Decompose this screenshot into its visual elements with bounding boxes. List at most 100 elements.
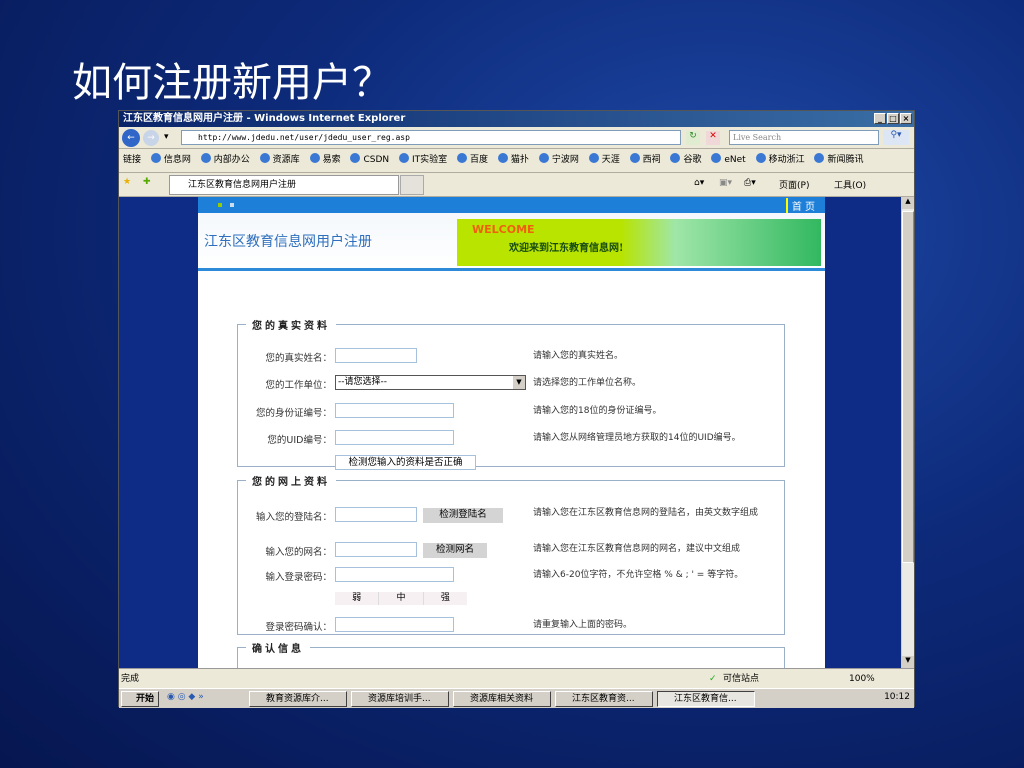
password-strength-meter: 弱 中 强 xyxy=(335,592,467,605)
uid-input[interactable] xyxy=(335,430,454,445)
address-input[interactable]: http://www.jdedu.net/user/jdedu_user_reg… xyxy=(181,130,681,145)
scroll-up-icon: ▲ xyxy=(902,197,914,209)
add-favorite-icon[interactable]: ✚ xyxy=(143,177,151,187)
link-item[interactable]: 资源库 xyxy=(259,149,300,171)
id-number-input[interactable] xyxy=(335,403,454,418)
password-input[interactable] xyxy=(335,567,454,582)
link-item[interactable]: 信息网 xyxy=(150,149,191,171)
taskbar-item-active[interactable]: 江东区教育信... xyxy=(657,691,755,707)
check-info-button[interactable]: 检测您输入的资料是否正确 xyxy=(335,455,476,470)
window-title: 江东区教育信息网用户注册 - Windows Internet Explorer xyxy=(123,113,406,124)
close-button[interactable]: × xyxy=(900,113,912,124)
ie-icon xyxy=(200,153,211,163)
content-area: 首 页 江东区教育信息网用户注册 WELCOME 欢迎来到江东教育信息网! 您的… xyxy=(119,197,914,668)
ie-icon xyxy=(670,153,681,163)
taskbar-item[interactable]: 教育资源库介... xyxy=(249,691,347,707)
quicklaunch-icons[interactable]: ◉ ◎ ◆ » xyxy=(167,692,204,702)
page-menu[interactable]: 页面(P) xyxy=(779,178,809,191)
top-nav-strip: 首 页 xyxy=(198,197,825,213)
new-tab-button[interactable] xyxy=(400,175,424,195)
search-icon[interactable]: ⚲▾ xyxy=(883,130,909,145)
link-item[interactable]: 新闻腾讯 xyxy=(814,149,864,171)
link-item[interactable]: 宁波网 xyxy=(538,149,579,171)
check-login-name-button[interactable]: 检测登陆名 xyxy=(423,508,503,523)
scroll-down-icon: ▼ xyxy=(902,656,914,668)
ie-icon xyxy=(755,153,766,163)
check-nickname-button[interactable]: 检测网名 xyxy=(423,543,487,558)
title-bar: 江东区教育信息网用户注册 - Windows Internet Explorer… xyxy=(119,111,914,127)
link-item[interactable]: 谷歌 xyxy=(670,149,702,171)
link-item[interactable]: eNet xyxy=(711,149,746,171)
confirm-password-input[interactable] xyxy=(335,617,454,632)
taskbar-item[interactable]: 江东区教育资... xyxy=(555,691,653,707)
chevron-down-icon: ▼ xyxy=(513,376,525,389)
ie-icon xyxy=(538,153,549,163)
confirm-password-label: 登录密码确认： xyxy=(265,622,332,633)
link-item[interactable]: CSDN xyxy=(350,149,389,171)
slide-title: 如何注册新用户？ xyxy=(72,60,392,106)
home-icon[interactable]: ⌂▾ xyxy=(694,178,704,188)
id-number-label: 您的身份证编号： xyxy=(255,408,332,419)
work-unit-select[interactable]: --请您选择-- ▼ xyxy=(335,375,526,390)
favorites-star-icon[interactable]: ★ xyxy=(123,177,131,187)
home-link[interactable]: 首 页 xyxy=(785,198,815,213)
confirm-section: 确认信息 xyxy=(237,640,785,668)
links-bar: 链接 信息网 内部办公 资源库 易索 CSDN IT实验室 百度 猫扑 宁波网 … xyxy=(119,149,914,173)
welcome-banner: WELCOME 欢迎来到江东教育信息网! xyxy=(457,219,821,266)
print-icon[interactable]: ⎙▾ xyxy=(744,178,756,188)
link-item[interactable]: 易索 xyxy=(309,149,341,171)
real-info-section: 您的真实资料 您的真实姓名： 请输入您的真实姓名。 您的工作单位： --请您选择… xyxy=(237,317,785,470)
taskbar-item[interactable]: 资源库相关资料 xyxy=(453,691,551,707)
link-item[interactable]: 天涯 xyxy=(588,149,620,171)
real-name-input[interactable] xyxy=(335,348,417,363)
links-label: 链接 xyxy=(123,155,142,165)
password-label: 输入登录密码： xyxy=(265,572,332,583)
trusted-zone-icon: ✓ xyxy=(709,674,717,684)
ie-icon xyxy=(457,153,468,163)
ie-icon xyxy=(399,153,409,163)
feeds-icon[interactable]: ▣▾ xyxy=(719,178,732,188)
refresh-icon[interactable]: ↻ xyxy=(686,131,700,145)
clock: 10:12 xyxy=(884,692,910,702)
web-page: 首 页 江东区教育信息网用户注册 WELCOME 欢迎来到江东教育信息网! 您的… xyxy=(198,197,825,668)
ie-icon xyxy=(350,153,361,163)
history-dropdown-icon[interactable]: ▾ xyxy=(164,132,169,142)
ie-icon xyxy=(588,153,599,163)
nickname-input[interactable] xyxy=(335,542,417,557)
login-name-input[interactable] xyxy=(335,507,417,522)
tab-bar: ★ ✚ 江东区教育信息网用户注册 ⌂▾ ▣▾ ⎙▾ 页面(P) 工具(O) xyxy=(119,173,914,197)
link-item[interactable]: 猫扑 xyxy=(497,149,529,171)
login-name-label: 输入您的登陆名： xyxy=(255,512,332,523)
ie-icon xyxy=(150,153,161,163)
minimize-button[interactable]: _ xyxy=(874,113,886,124)
link-item[interactable]: 百度 xyxy=(457,149,488,171)
browser-window: 江东区教育信息网用户注册 - Windows Internet Explorer… xyxy=(118,110,915,708)
tab-active[interactable]: 江东区教育信息网用户注册 xyxy=(169,175,399,195)
address-toolbar: ← → ▾ http://www.jdedu.net/user/jdedu_us… xyxy=(119,127,914,149)
ie-icon xyxy=(259,153,270,163)
ie-icon xyxy=(629,153,640,163)
back-button[interactable]: ← xyxy=(122,129,140,147)
status-bar: 完成 ✓ 可信站点 100% xyxy=(119,668,914,688)
ie-icon xyxy=(497,153,508,163)
real-name-label: 您的真实姓名： xyxy=(265,353,332,364)
work-unit-label: 您的工作单位： xyxy=(265,380,332,391)
zoom-level[interactable]: 100% xyxy=(849,669,875,689)
taskbar-item[interactable]: 资源库培训手... xyxy=(351,691,449,707)
start-button[interactable]: 开始 xyxy=(121,691,159,707)
forward-button[interactable]: → xyxy=(143,130,159,146)
site-title: 江东区教育信息网用户注册 xyxy=(204,234,372,250)
link-item[interactable]: IT实验室 xyxy=(399,149,447,171)
stop-icon[interactable]: ✕ xyxy=(706,131,720,145)
tools-menu[interactable]: 工具(O) xyxy=(834,178,866,191)
taskbar: 开始 ◉ ◎ ◆ » 教育资源库介... 资源库培训手... 资源库相关资料 江… xyxy=(119,688,914,708)
vertical-scrollbar[interactable]: ▲ ▼ xyxy=(901,197,914,668)
scroll-thumb[interactable] xyxy=(902,211,914,563)
restore-button[interactable]: □ xyxy=(887,113,899,124)
link-item[interactable]: 内部办公 xyxy=(200,149,250,171)
nickname-label: 输入您的网名： xyxy=(265,547,332,558)
search-input[interactable]: Live Search xyxy=(729,130,879,145)
link-item[interactable]: 移动浙江 xyxy=(755,149,805,171)
online-info-section: 您的网上资料 输入您的登陆名： 检测登陆名 请输入您在江东区教育信息网的登陆名，… xyxy=(237,473,785,635)
link-item[interactable]: 西祠 xyxy=(629,149,661,171)
